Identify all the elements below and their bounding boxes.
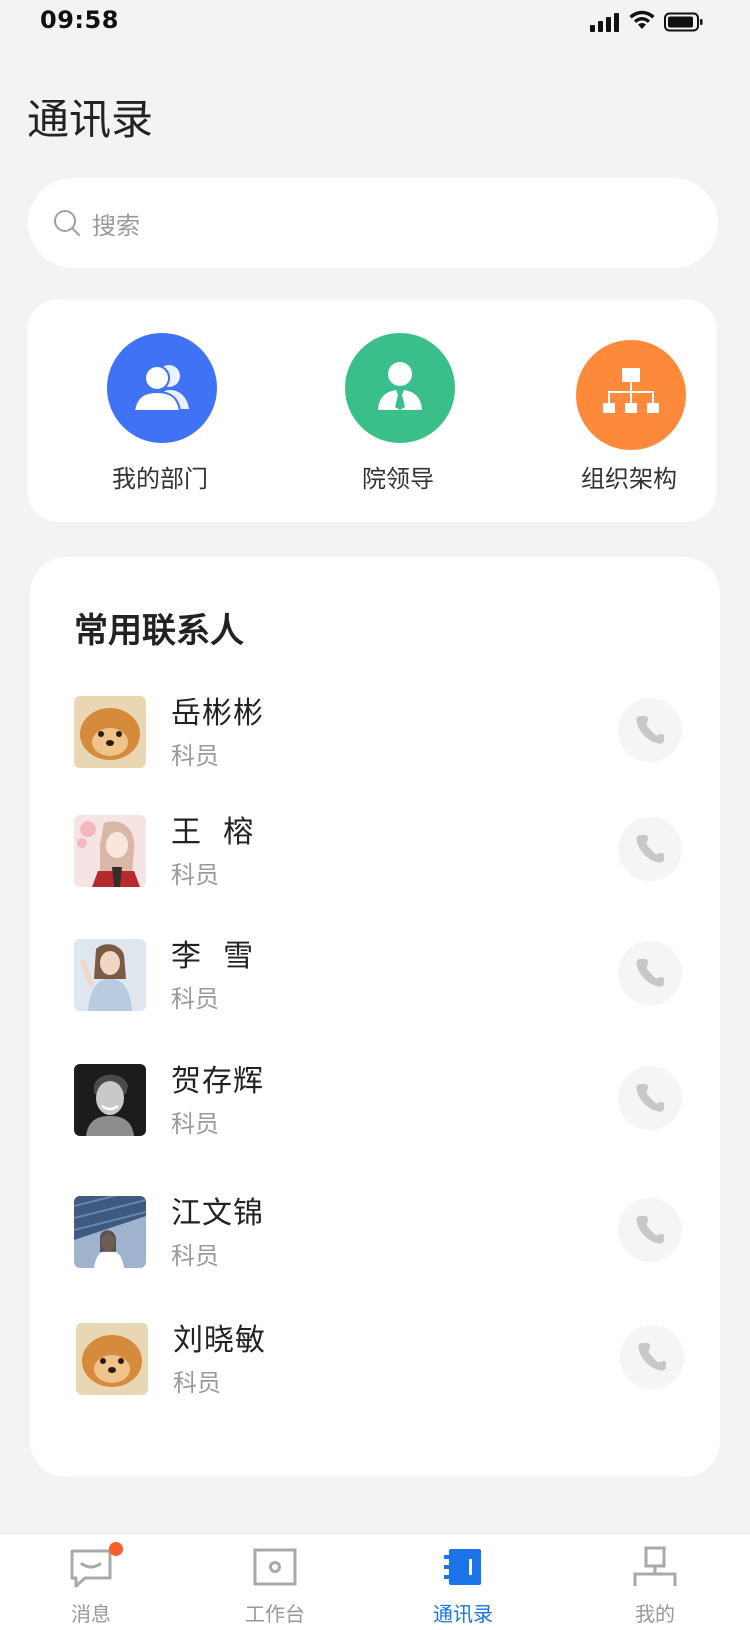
phone-icon [636, 1216, 664, 1244]
contact-row[interactable]: 江文锦 科员 [30, 1188, 720, 1288]
status-time: 09:58 [40, 6, 119, 34]
quick-item-leaders[interactable]: 院领导 [298, 299, 498, 522]
contact-name: 王 榕 [171, 815, 255, 850]
quick-item-label: 我的部门 [112, 465, 208, 493]
call-button[interactable] [618, 1066, 682, 1130]
search-placeholder: 搜索 [92, 212, 140, 240]
contact-role: 科员 [171, 861, 219, 889]
tab-profile[interactable]: 我的 [575, 1534, 735, 1630]
contact-row[interactable]: 岳彬彬 科员 [30, 688, 720, 788]
phone-icon [636, 1084, 664, 1112]
page-title: 通讯录 [27, 95, 154, 144]
profile-icon [633, 1546, 677, 1586]
contact-name: 刘晓敏 [173, 1323, 266, 1358]
contact-role: 科员 [171, 1110, 219, 1138]
contact-name: 李 雪 [171, 939, 255, 974]
cellular-signal-icon [590, 12, 622, 32]
org-chart-icon [576, 340, 686, 450]
woman-photo-avatar [74, 939, 146, 1011]
wifi-icon [629, 10, 655, 29]
tab-label: 我的 [635, 1602, 675, 1626]
tab-workbench[interactable]: 工作台 [195, 1534, 355, 1630]
quick-item-label: 院领导 [362, 465, 434, 493]
battery-icon [664, 12, 703, 32]
contact-role: 科员 [171, 1242, 219, 1270]
quick-item-label: 组织架构 [581, 465, 677, 493]
contacts-book-icon [444, 1549, 481, 1585]
message-icon [70, 1549, 112, 1588]
call-button[interactable] [618, 698, 682, 762]
status-bar: 09:58 [0, 0, 750, 44]
anime-girl-avatar [74, 815, 146, 887]
leader-icon [345, 333, 455, 443]
contact-name: 岳彬彬 [171, 696, 264, 731]
contact-role: 科员 [173, 1369, 221, 1397]
search-icon [54, 210, 80, 236]
phone-icon [636, 716, 664, 744]
quick-item-org-chart[interactable]: 组织架构 [529, 299, 729, 522]
bottom-tab-bar: 消息 工作台 通讯录 我的 [0, 1533, 750, 1630]
contact-role: 科员 [171, 985, 219, 1013]
pomeranian-dog-avatar [74, 696, 146, 768]
contact-name: 江文锦 [171, 1196, 264, 1231]
tab-label: 消息 [71, 1602, 111, 1626]
call-button[interactable] [618, 1198, 682, 1262]
contact-row[interactable]: 李 雪 科员 [30, 931, 720, 1031]
workbench-icon [253, 1548, 297, 1586]
unread-badge [109, 1542, 123, 1556]
quick-access-card: 我的部门 院领导 组织架构 [27, 299, 717, 522]
call-button[interactable] [620, 1325, 684, 1389]
phone-icon [636, 959, 664, 987]
contact-row[interactable]: 王 榕 科员 [30, 807, 720, 907]
search-input[interactable]: 搜索 [28, 178, 718, 268]
tab-messages[interactable]: 消息 [11, 1534, 171, 1630]
frequent-contacts-card: 常用联系人 岳彬彬 科员 王 榕 科员 李 雪 科员 贺存辉 科员 江文锦 科员… [30, 557, 720, 1477]
tab-label: 通讯录 [433, 1602, 493, 1626]
pomeranian-dog-avatar [76, 1323, 148, 1395]
contacts-screen: 09:58 通讯录 搜索 我的部门 院领导 组织架构 常用联系人 岳彬彬 科员 … [0, 0, 750, 1630]
department-icon [107, 333, 217, 443]
man-bw-photo-avatar [74, 1064, 146, 1136]
quick-item-my-department[interactable]: 我的部门 [60, 299, 260, 522]
contact-name: 贺存辉 [171, 1064, 264, 1099]
section-title: 常用联系人 [74, 611, 244, 651]
tab-label: 工作台 [245, 1602, 305, 1626]
contact-row[interactable]: 贺存辉 科员 [30, 1056, 720, 1156]
contact-row[interactable]: 刘晓敏 科员 [30, 1315, 720, 1415]
tab-contacts[interactable]: 通讯录 [383, 1534, 543, 1630]
phone-icon [636, 835, 664, 863]
contact-role: 科员 [171, 742, 219, 770]
call-button[interactable] [618, 941, 682, 1005]
call-button[interactable] [618, 817, 682, 881]
building-photo-avatar [74, 1196, 146, 1268]
phone-icon [638, 1343, 666, 1371]
